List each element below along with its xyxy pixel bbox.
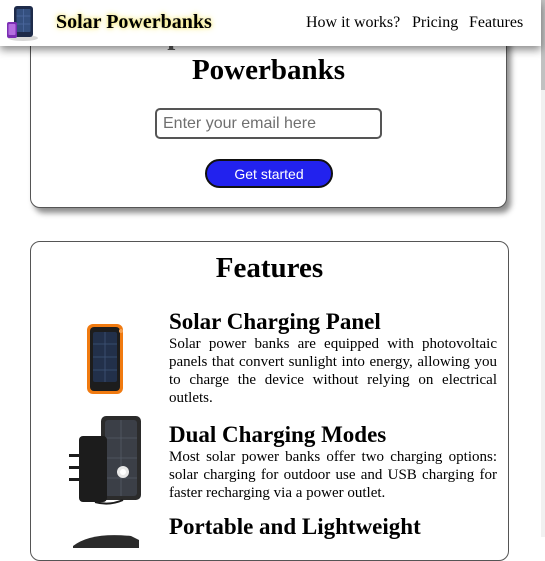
scrollbar-thumb[interactable]	[541, 0, 545, 90]
features-section: Features Solar Charging Panel Solar powe…	[30, 241, 509, 561]
dual-charging-powerbank-image	[69, 416, 141, 505]
solar-powerbank-logo-icon[interactable]	[4, 4, 42, 42]
brand-title[interactable]: Solar Powerbanks	[56, 11, 212, 34]
nav-pricing[interactable]: Pricing	[412, 14, 458, 32]
feature-description-1: Solar power banks are equipped with phot…	[169, 336, 497, 406]
page-scrollbar[interactable]	[541, 0, 545, 537]
get-started-button[interactable]: Get started	[205, 159, 333, 188]
solar-panel-powerbank-image	[87, 324, 123, 394]
feature-title-1: Solar Charging Panel	[169, 309, 381, 334]
feature-description-2: Most solar power banks offer two chargin…	[169, 449, 497, 501]
nav-how-it-works[interactable]: How it works?	[306, 14, 400, 32]
portable-powerbank-image	[73, 535, 139, 548]
hero-title-line2: Powerbanks	[191, 54, 346, 86]
email-input[interactable]	[155, 108, 382, 139]
feature-title-3: Portable and Lightweight	[169, 514, 421, 539]
feature-title-2: Dual Charging Modes	[169, 422, 387, 447]
features-heading: Features	[215, 252, 324, 284]
site-header: Solar Powerbanks How it works? Pricing F…	[0, 0, 541, 46]
nav-features[interactable]: Features	[469, 14, 523, 32]
